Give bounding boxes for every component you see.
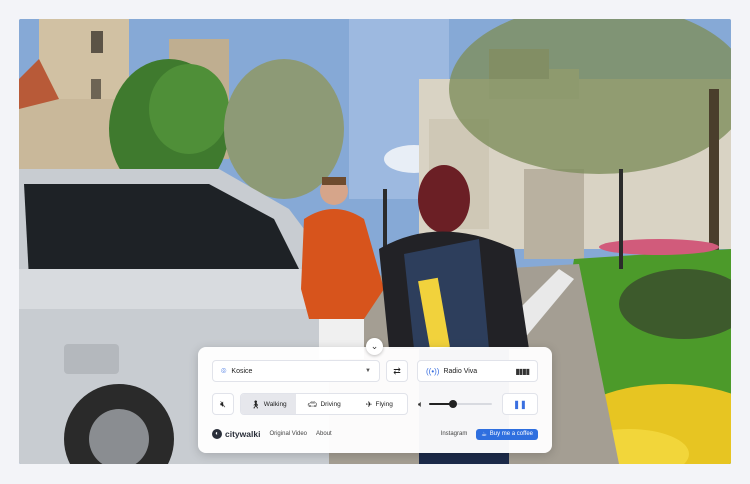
radio-station-select[interactable]: ((•)) Radio Viva ▮▮▮▮ — [417, 360, 538, 382]
swap-icon: ⇄ — [393, 365, 401, 376]
mode-driving-button[interactable]: 🚗︎ Driving — [296, 394, 351, 414]
antenna-icon: ((•)) — [426, 366, 440, 376]
volume-control: 🔈︎ — [418, 397, 492, 411]
buy-me-a-coffee-button[interactable]: ☕︎ Buy me a coffee — [476, 428, 538, 440]
buy-me-a-coffee-label: Buy me a coffee — [489, 431, 533, 437]
mode-flying-button[interactable]: ✈︎ Flying — [352, 394, 407, 414]
original-video-link[interactable]: Original Video — [269, 431, 307, 437]
mute-button[interactable]: 🔇︎ — [212, 393, 234, 415]
speaker-icon: 🔈︎ — [418, 398, 424, 409]
radio-station-label: Radio Viva — [443, 367, 478, 375]
control-panel: ⌾ Kosice ▼ ⇄ ((•)) Radio Viva ▮▮▮▮ 🔇︎ 🚶︎… — [198, 347, 552, 453]
brand-name: citywalki — [225, 429, 261, 439]
city-select[interactable]: ⌾ Kosice ▼ — [212, 360, 380, 382]
location-pin-icon: ⌾ — [221, 365, 227, 376]
citywalki-logo-icon: ◐ — [212, 429, 222, 439]
about-link[interactable]: About — [316, 431, 332, 437]
walking-icon: 🚶︎ — [250, 399, 261, 409]
city-value: Kosice — [231, 367, 253, 375]
car-icon: 🚗︎ — [307, 399, 318, 409]
speaker-mute-icon: 🔇︎ — [220, 398, 226, 409]
audio-bars-icon: ▮▮▮▮ — [515, 366, 530, 376]
mode-walking-label: Walking — [263, 400, 287, 408]
mode-walking-button[interactable]: 🚶︎ Walking — [241, 394, 297, 414]
collapse-panel-button[interactable]: ⌄ — [366, 338, 383, 355]
pause-icon: ❚❚ — [513, 399, 527, 409]
volume-slider[interactable] — [429, 400, 492, 408]
volume-slider-knob[interactable] — [449, 400, 458, 408]
plane-icon: ✈︎ — [365, 399, 373, 409]
pause-button[interactable]: ❚❚ — [502, 393, 538, 415]
brand[interactable]: ◐ citywalki — [212, 429, 260, 439]
travel-mode-selector: 🚶︎ Walking 🚗︎ Driving ✈︎ Flying — [240, 393, 408, 415]
instagram-link[interactable]: Instagram — [441, 431, 468, 437]
chevron-down-icon: ⌄ — [370, 341, 379, 351]
chevron-down-icon: ▼ — [365, 368, 371, 374]
mode-flying-label: Flying — [375, 400, 393, 408]
panel-footer: ◐ citywalki Original Video About Instagr… — [212, 427, 538, 441]
mode-driving-label: Driving — [320, 400, 341, 408]
coffee-cup-icon: ☕︎ — [481, 431, 487, 438]
swap-button[interactable]: ⇄ — [386, 360, 408, 382]
